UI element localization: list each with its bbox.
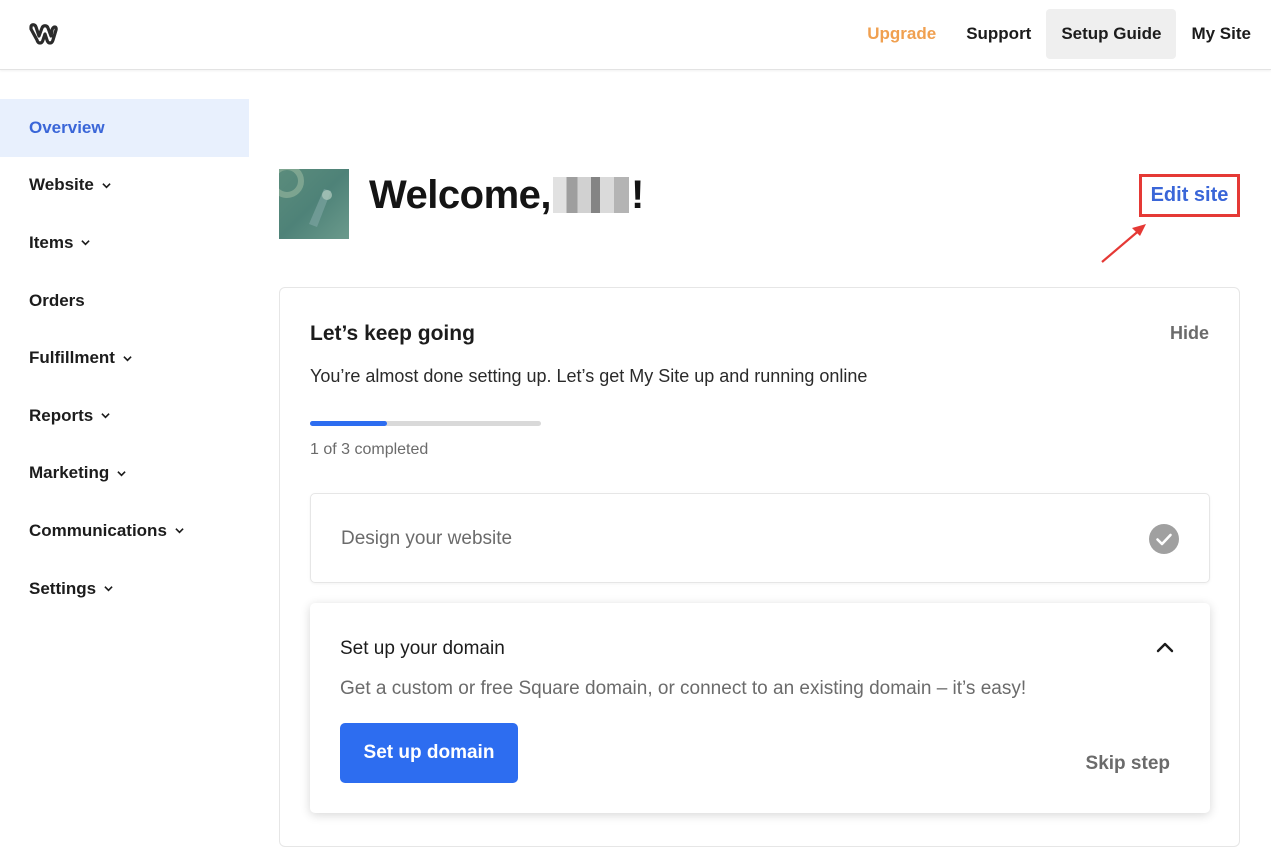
skip-step-button[interactable]: Skip step bbox=[1086, 753, 1170, 775]
sidebar-item-label: Website bbox=[29, 175, 94, 195]
sidebar: Overview Website Items Orders Fulfillmen… bbox=[0, 99, 249, 617]
edit-site-link[interactable]: Edit site bbox=[1151, 184, 1229, 207]
site-thumbnail bbox=[279, 169, 349, 239]
sidebar-item-overview[interactable]: Overview bbox=[0, 99, 249, 157]
step-label: Set up your domain bbox=[340, 638, 505, 659]
sidebar-item-items[interactable]: Items bbox=[0, 214, 249, 272]
sidebar-item-label: Fulfillment bbox=[29, 348, 115, 368]
step-setup-domain: Set up your domain Get a custom or free … bbox=[310, 603, 1210, 813]
welcome-suffix: ! bbox=[631, 172, 644, 217]
hide-button[interactable]: Hide bbox=[1170, 323, 1209, 344]
sidebar-item-label: Communications bbox=[29, 520, 167, 540]
sidebar-item-label: Marketing bbox=[29, 463, 110, 483]
sidebar-item-label: Overview bbox=[29, 117, 105, 137]
chevron-down-icon bbox=[101, 413, 110, 419]
sidebar-item-reports[interactable]: Reports bbox=[0, 387, 249, 445]
progress-bar bbox=[310, 421, 541, 426]
step-label: Design your website bbox=[341, 528, 513, 549]
weebly-logo-icon[interactable] bbox=[28, 22, 58, 46]
sidebar-item-label: Settings bbox=[29, 578, 97, 598]
sidebar-item-label: Orders bbox=[29, 290, 85, 310]
welcome-heading: Welcome, ! bbox=[369, 170, 644, 220]
site-thumbnail-art bbox=[279, 169, 332, 227]
annotation-arrow-icon bbox=[1101, 224, 1146, 263]
edit-site-highlight: Edit site bbox=[1139, 174, 1240, 217]
chevron-down-icon bbox=[117, 470, 126, 477]
chevron-down-icon bbox=[175, 528, 184, 534]
sidebar-item-marketing[interactable]: Marketing bbox=[0, 445, 249, 503]
sidebar-item-website[interactable]: Website bbox=[0, 157, 249, 215]
check-circle-icon bbox=[1149, 524, 1179, 554]
my-site-link[interactable]: My Site bbox=[1176, 9, 1271, 59]
setup-guide-link[interactable]: Setup Guide bbox=[1046, 9, 1177, 59]
sidebar-item-settings[interactable]: Settings bbox=[0, 560, 249, 618]
step-design-website[interactable]: Design your website bbox=[310, 493, 1210, 583]
sidebar-item-label: Reports bbox=[29, 405, 94, 425]
chevron-down-icon bbox=[104, 586, 113, 592]
sidebar-item-label: Items bbox=[29, 232, 74, 252]
progress-text: 1 of 3 completed bbox=[310, 441, 429, 458]
support-link[interactable]: Support bbox=[951, 9, 1046, 59]
chevron-down-icon bbox=[102, 183, 111, 189]
setup-card: Let’s keep going Hide You’re almost done… bbox=[279, 287, 1240, 847]
sidebar-item-communications[interactable]: Communications bbox=[0, 502, 249, 560]
sidebar-item-fulfillment[interactable]: Fulfillment bbox=[0, 329, 249, 387]
chevron-down-icon bbox=[123, 355, 132, 362]
top-bar: Upgrade Support Setup Guide My Site bbox=[0, 0, 1271, 70]
top-nav: Upgrade Support Setup Guide My Site bbox=[852, 9, 1271, 59]
step-description: Get a custom or free Square domain, or c… bbox=[340, 678, 1027, 699]
upgrade-link[interactable]: Upgrade bbox=[852, 9, 951, 59]
chevron-up-icon[interactable] bbox=[1156, 641, 1174, 653]
chevron-down-icon bbox=[81, 240, 91, 246]
sidebar-item-orders[interactable]: Orders bbox=[0, 272, 249, 330]
setup-card-subtitle: You’re almost done setting up. Let’s get… bbox=[310, 366, 868, 386]
progress-bar-fill bbox=[310, 421, 387, 426]
welcome-prefix: Welcome, bbox=[369, 172, 552, 217]
set-up-domain-button[interactable]: Set up domain bbox=[340, 723, 518, 783]
redacted-username bbox=[553, 177, 629, 213]
setup-card-title: Let’s keep going bbox=[310, 322, 475, 345]
